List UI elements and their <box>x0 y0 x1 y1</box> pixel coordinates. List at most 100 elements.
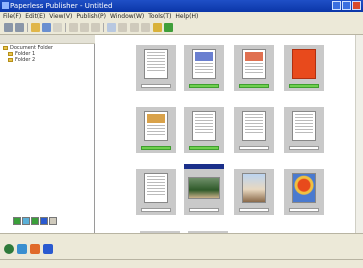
menu-bar: File(F) Edit(E) View(V) Publish(P) Windo… <box>0 12 363 21</box>
toolbar <box>0 21 363 35</box>
toolbar-separator <box>103 23 104 32</box>
page-text-lines <box>193 63 215 73</box>
thumbnail-page-image <box>144 173 168 203</box>
menu-file[interactable]: File(F) <box>3 12 21 21</box>
thumbnail-label <box>189 146 219 150</box>
thumbnail-cell[interactable] <box>136 107 176 153</box>
thumbnail-label <box>239 208 269 212</box>
folder-icon <box>3 46 8 50</box>
tree-item-label: Folder 2 <box>15 57 36 63</box>
thumbnail-page-image <box>242 49 266 79</box>
window-title: Paperless Publisher - Untitled <box>10 2 113 10</box>
menu-help[interactable]: Help(H) <box>175 12 198 21</box>
paste-icon[interactable] <box>91 23 100 32</box>
page-image <box>245 52 263 61</box>
page-image <box>147 114 165 123</box>
thumbnail-page-image <box>192 111 216 141</box>
layout-icon[interactable] <box>130 23 139 32</box>
globe-icon[interactable] <box>4 244 14 254</box>
toolbar-separator <box>65 23 66 32</box>
refresh-button[interactable] <box>22 217 30 225</box>
thumbnail-page-image <box>144 111 168 141</box>
menu-window[interactable]: Window(W) <box>110 12 144 21</box>
share-icon[interactable] <box>43 244 53 254</box>
cut-icon[interactable] <box>69 23 78 32</box>
print-icon[interactable] <box>53 23 62 32</box>
copy-icon[interactable] <box>80 23 89 32</box>
app-icon <box>2 2 9 9</box>
sidebar-button-group <box>13 217 57 225</box>
thumbnail-page-image <box>188 177 220 199</box>
thumbnail-cell[interactable] <box>284 107 324 153</box>
thumbnail-page-image <box>144 49 168 79</box>
thumbnail-page-image <box>242 111 266 141</box>
tree-item-folder-2[interactable]: Folder 2 <box>3 57 53 63</box>
thumbnail-label <box>289 84 319 88</box>
folder-sidebar: Document Folder Folder 1 Folder 2 <box>0 35 95 233</box>
thumbnail-label <box>189 208 219 212</box>
thumbnail-cell[interactable] <box>184 107 224 153</box>
menu-tools[interactable]: Tools(T) <box>148 12 171 21</box>
forward-icon[interactable] <box>15 23 24 32</box>
page-text-lines <box>243 63 265 73</box>
thumbnail-cell[interactable] <box>184 45 224 91</box>
mail-icon[interactable] <box>17 244 27 254</box>
view-icon[interactable] <box>141 23 150 32</box>
thumbnail-cell[interactable] <box>284 45 324 91</box>
bottom-toolbar <box>0 233 363 259</box>
page-text-lines <box>145 176 167 195</box>
thumbnail-page-image <box>292 49 316 79</box>
thumbnail-label <box>141 146 171 150</box>
thumbnail-page-image <box>192 49 216 79</box>
thumbnail-cell[interactable] <box>234 45 274 91</box>
add-folder-button[interactable] <box>13 217 21 225</box>
new-document-icon[interactable] <box>107 23 116 32</box>
thumbnail-cell[interactable] <box>234 107 274 153</box>
thumbnail-label <box>239 84 269 88</box>
thumbnail-cell[interactable] <box>136 169 176 215</box>
toolbar-separator <box>27 23 28 32</box>
open-folder-icon[interactable] <box>31 23 40 32</box>
thumbnail-page-image <box>242 173 266 203</box>
menu-view[interactable]: View(V) <box>49 12 72 21</box>
title-bar: Paperless Publisher - Untitled <box>0 0 363 12</box>
sidebar-header <box>0 35 95 44</box>
minimize-button[interactable] <box>332 1 341 10</box>
close-button[interactable] <box>352 1 361 10</box>
menu-edit[interactable]: Edit(E) <box>25 12 45 21</box>
page-image <box>195 52 213 61</box>
thumbnail-label <box>141 84 171 88</box>
delete-button[interactable] <box>49 217 57 225</box>
thumbnail-cell[interactable] <box>234 169 274 215</box>
import-button[interactable] <box>31 217 39 225</box>
folder-tree: Document Folder Folder 1 Folder 2 <box>3 45 53 63</box>
maximize-button[interactable] <box>342 1 351 10</box>
back-icon[interactable] <box>4 23 13 32</box>
vertical-scrollbar[interactable] <box>355 35 363 233</box>
thumbnail-page-image <box>292 173 316 203</box>
thumbnail-label <box>239 146 269 150</box>
properties-icon[interactable] <box>118 23 127 32</box>
thumbnail-view <box>96 35 363 233</box>
page-text-lines <box>145 52 167 71</box>
save-icon[interactable] <box>42 23 51 32</box>
folder-icon <box>8 58 13 62</box>
export-icon[interactable] <box>164 23 173 32</box>
thumbnail-label <box>141 208 171 212</box>
thumbnail-page-image <box>292 111 316 141</box>
folder-icon <box>8 52 13 56</box>
thumbnail-label <box>189 84 219 88</box>
page-text-lines <box>145 125 167 135</box>
menu-publish[interactable]: Publish(P) <box>76 12 106 21</box>
thumbnail-label <box>289 208 319 212</box>
arrow-right-button[interactable] <box>40 217 48 225</box>
thumbnail-label <box>289 146 319 150</box>
page-text-lines <box>243 114 265 133</box>
page-text-lines <box>193 114 215 133</box>
publish-output-icon[interactable] <box>30 244 40 254</box>
thumbnail-cell[interactable] <box>184 169 224 215</box>
publish-icon[interactable] <box>153 23 162 32</box>
thumbnail-cell[interactable] <box>136 45 176 91</box>
thumbnail-cell[interactable] <box>284 169 324 215</box>
status-bar <box>0 259 363 268</box>
